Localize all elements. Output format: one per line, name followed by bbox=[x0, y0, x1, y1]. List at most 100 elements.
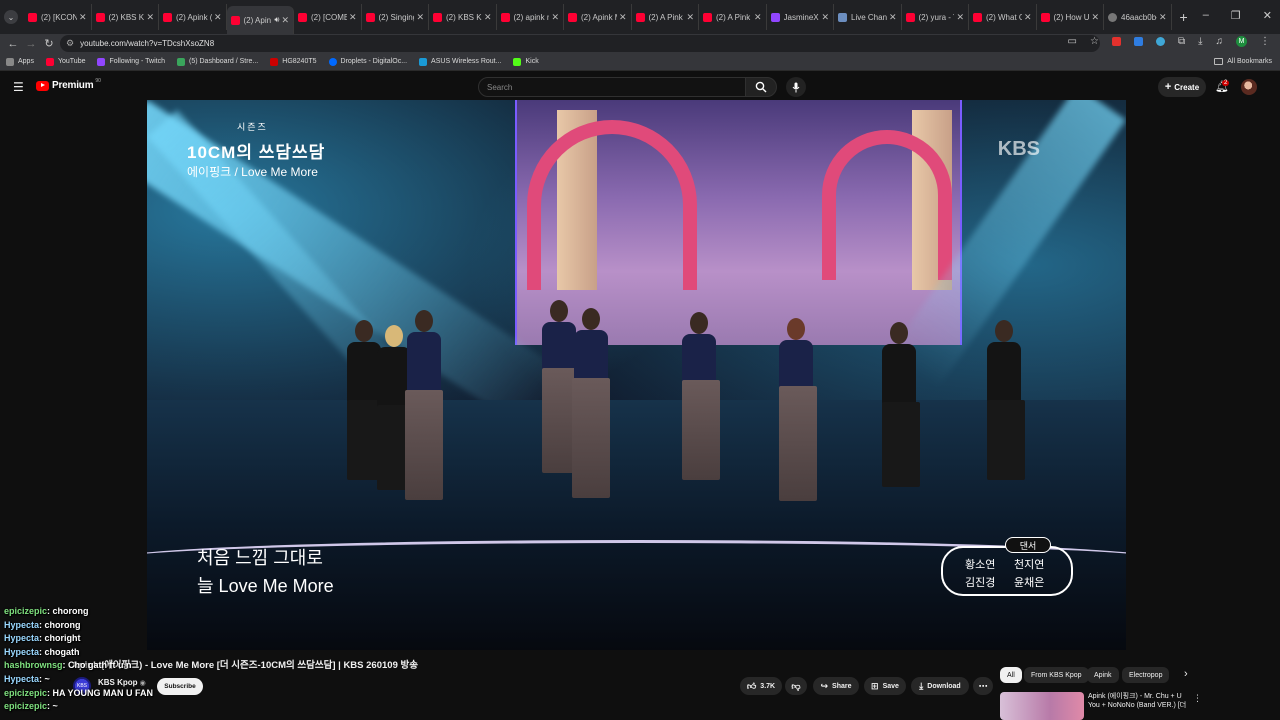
chevron-right-icon[interactable]: › bbox=[1184, 668, 1188, 680]
browser-tab[interactable]: (2) apink m✕ bbox=[497, 4, 564, 30]
download-icon[interactable]: ⤓ bbox=[1198, 36, 1202, 47]
minimize-icon[interactable]: – bbox=[1203, 9, 1209, 22]
restore-icon[interactable]: ❐ bbox=[1231, 9, 1241, 22]
browser-tab[interactable]: (2) A Pink - ✕ bbox=[699, 4, 767, 30]
tab-search-icon[interactable]: ⌄ bbox=[4, 10, 18, 24]
tab-close-icon[interactable]: ✕ bbox=[551, 12, 559, 23]
browser-tab[interactable]: (2) A Pink - ✕ bbox=[632, 4, 699, 30]
browser-tab[interactable]: (2) How US✕ bbox=[1037, 4, 1104, 30]
more-actions-button[interactable]: ⋯ bbox=[973, 677, 993, 695]
youtube-favicon-icon bbox=[433, 12, 442, 22]
omnibox[interactable]: ⚙ youtube.com/watch?v=TDcshXsoZN8 bbox=[60, 35, 1100, 52]
tab-close-icon[interactable]: ✕ bbox=[1091, 12, 1099, 23]
browser-tab[interactable]: (2) [KCON L✕ bbox=[24, 4, 92, 30]
new-tab-icon[interactable]: + bbox=[1180, 9, 1188, 25]
extension-audio-icon[interactable] bbox=[1155, 37, 1165, 46]
bookmark-item[interactable]: Apps bbox=[6, 57, 34, 66]
browser-menu-icon[interactable]: ⋮ bbox=[1260, 36, 1270, 47]
video-player[interactable]: 시즌즈 10CM의 쓰담쓰담 에이핑크 / Love Me More KBS 처… bbox=[147, 100, 1126, 650]
chat-message: hashbrownsg: Cho gath ft u n bbox=[4, 660, 244, 674]
tab-close-icon[interactable]: ✕ bbox=[281, 15, 289, 26]
media-control-icon[interactable]: ♫ bbox=[1216, 36, 1224, 47]
tab-audio-icon[interactable]: 🔊︎ bbox=[274, 15, 279, 25]
chip-all[interactable]: All bbox=[1000, 667, 1022, 683]
guide-menu-icon[interactable]: ☰ bbox=[13, 80, 24, 94]
browser-tab[interactable]: (2) yura - Yo✕ bbox=[902, 4, 969, 30]
browser-tab[interactable]: (2) Singing ✕ bbox=[362, 4, 429, 30]
tab-close-icon[interactable]: ✕ bbox=[619, 12, 627, 23]
reload-icon[interactable]: ↻ bbox=[40, 37, 58, 50]
tab-close-icon[interactable]: ✕ bbox=[79, 12, 87, 23]
url-text[interactable]: youtube.com/watch?v=TDcshXsoZN8 bbox=[80, 39, 214, 48]
tab-close-icon[interactable]: ✕ bbox=[686, 12, 694, 23]
tab-label: JasmineXu bbox=[783, 12, 820, 22]
bookmark-item[interactable]: ASUS Wireless Rout... bbox=[419, 57, 501, 66]
tab-close-icon[interactable]: ✕ bbox=[349, 12, 357, 23]
like-button[interactable]: 👍︎ 3.7K bbox=[740, 677, 782, 695]
tab-close-icon[interactable]: ✕ bbox=[1024, 12, 1032, 23]
tab-close-icon[interactable]: ✕ bbox=[146, 12, 154, 23]
recommended-title[interactable]: Apink (에이핑크) - Mr. Chu + U You + NoNoNo … bbox=[1088, 692, 1188, 710]
tab-close-icon[interactable]: ✕ bbox=[754, 12, 762, 23]
create-button[interactable]: + Create bbox=[1158, 77, 1206, 97]
forward-icon[interactable]: → bbox=[22, 38, 40, 50]
share-button[interactable]: ↪ Share bbox=[813, 677, 859, 695]
bookmarks-bar: Apps YouTube Following - Twitch (5) Dashboa… bbox=[0, 53, 1280, 71]
recommended-more-icon[interactable]: ⋮ bbox=[1193, 693, 1202, 704]
browser-tab[interactable]: JasmineXu ✕ bbox=[767, 4, 834, 30]
extension-red-icon[interactable] bbox=[1111, 37, 1121, 46]
browser-tab[interactable]: Live Channe✕ bbox=[834, 4, 902, 30]
chip-apink[interactable]: Apink bbox=[1087, 667, 1119, 683]
youtube-logo[interactable]: Premium 90 bbox=[36, 78, 101, 91]
youtube-favicon-icon bbox=[703, 12, 712, 22]
tab-close-icon[interactable]: ✕ bbox=[416, 12, 424, 23]
account-avatar[interactable] bbox=[1241, 79, 1257, 95]
bookmark-label: Droplets - DigitalOc... bbox=[340, 58, 408, 65]
chip-from-channel[interactable]: From KBS Kpop bbox=[1024, 667, 1089, 683]
browser-tab[interactable]: (2) Apink M✕ bbox=[564, 4, 632, 30]
tab-close-icon[interactable]: ✕ bbox=[956, 12, 964, 23]
browser-tab[interactable]: 46aacb0b- ✕ bbox=[1104, 4, 1172, 30]
kbs-watermark: KBS bbox=[997, 138, 1040, 160]
bookmark-item[interactable]: (5) Dashboard / Stre... bbox=[177, 57, 258, 66]
tab-close-icon[interactable]: ✕ bbox=[821, 12, 829, 23]
browser-tab[interactable]: (2) Apink (✕ bbox=[159, 4, 227, 30]
download-button[interactable]: ⤓ Download bbox=[911, 677, 969, 695]
site-info-icon[interactable]: ⚙ bbox=[66, 38, 74, 49]
bookmark-item[interactable]: HG8240T5 bbox=[270, 57, 317, 66]
search-input[interactable]: Search bbox=[478, 77, 746, 97]
close-window-icon[interactable]: ✕ bbox=[1263, 9, 1272, 22]
recommended-thumbnail[interactable] bbox=[1000, 692, 1084, 720]
tab-close-icon[interactable]: ✕ bbox=[1159, 12, 1167, 23]
cast-icon[interactable]: ▭ bbox=[1068, 36, 1077, 47]
browser-tab[interactable]: (2) [COMEB✕ bbox=[294, 4, 362, 30]
bookmark-star-icon[interactable]: ☆ bbox=[1090, 36, 1099, 47]
tab-close-icon[interactable]: ✕ bbox=[484, 12, 492, 23]
bookmark-item[interactable]: Following - Twitch bbox=[97, 57, 165, 66]
back-icon[interactable]: ← bbox=[4, 38, 22, 50]
browser-tab[interactable]: (2) What Gu✕ bbox=[969, 4, 1037, 30]
chip-electropop[interactable]: Electropop bbox=[1122, 667, 1170, 683]
extensions-puzzle-icon[interactable]: ⧉ bbox=[1178, 36, 1185, 47]
profile-avatar[interactable]: M bbox=[1236, 36, 1247, 47]
all-bookmarks-button[interactable]: All Bookmarks bbox=[1214, 58, 1272, 65]
bookmark-item[interactable]: Droplets - DigitalOc... bbox=[328, 57, 408, 66]
bookmark-item[interactable]: Kick bbox=[513, 57, 539, 66]
bookmark-item[interactable]: YouTube bbox=[45, 57, 85, 66]
youtube-favicon-icon bbox=[635, 12, 645, 22]
download-arrow-icon: ⤓ bbox=[919, 680, 924, 691]
voice-search-button[interactable] bbox=[786, 77, 806, 97]
asus-bookmark-icon bbox=[419, 57, 428, 66]
browser-tab[interactable]: (2) KBS Kpo✕ bbox=[92, 4, 159, 30]
save-button[interactable]: ⊞ Save bbox=[864, 677, 906, 695]
tab-label: (2) Singing bbox=[378, 12, 415, 22]
youtube-favicon-icon bbox=[28, 12, 37, 22]
tab-close-icon[interactable]: ✕ bbox=[889, 12, 897, 23]
browser-tab[interactable]: (2) Apin 🔊︎ ✕ bbox=[226, 6, 294, 34]
bookmark-label: HG8240T5 bbox=[282, 58, 317, 65]
tab-close-icon[interactable]: ✕ bbox=[214, 12, 222, 23]
browser-tab[interactable]: (2) KBS Kpo✕ bbox=[429, 4, 497, 30]
search-button[interactable] bbox=[745, 77, 777, 97]
dislike-button[interactable]: 👎︎ bbox=[785, 677, 807, 695]
extension-translate-icon[interactable] bbox=[1133, 37, 1143, 46]
